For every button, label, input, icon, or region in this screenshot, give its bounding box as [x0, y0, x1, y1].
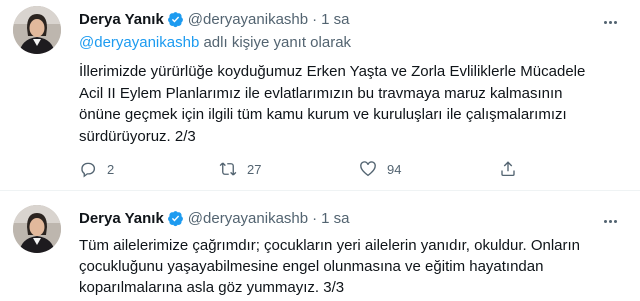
avatar[interactable]: [13, 205, 61, 253]
author-handle[interactable]: @deryayanikashb: [188, 11, 308, 28]
tweet-content: Derya Yanık @deryayanikashb · 1 sa @dery…: [79, 8, 626, 178]
like-button[interactable]: 94: [359, 160, 499, 178]
tweet-header: Derya Yanık @deryayanikashb · 1 sa: [79, 8, 626, 30]
author-handle[interactable]: @deryayanikashb: [188, 210, 308, 227]
reply-mention-link[interactable]: @deryayanikashb: [79, 34, 199, 51]
tweet-header: Derya Yanık @deryayanikashb · 1 sa: [79, 207, 626, 229]
more-icon[interactable]: [604, 210, 626, 224]
tweet[interactable]: Derya Yanık @deryayanikashb · 1 sa @dery…: [0, 0, 640, 190]
tweet-actions: 2 27 94: [79, 160, 626, 178]
like-icon: [360, 161, 376, 177]
more-icon[interactable]: [604, 11, 626, 25]
reply-context: @deryayanikashb adlı kişiye yanıt olarak: [79, 34, 626, 56]
tweet-content: Derya Yanık @deryayanikashb · 1 sa Tüm a…: [79, 207, 626, 298]
tweet[interactable]: Derya Yanık @deryayanikashb · 1 sa Tüm a…: [0, 190, 640, 301]
like-count: 94: [387, 161, 402, 177]
retweet-button[interactable]: 27: [219, 160, 359, 178]
reply-button[interactable]: 2: [79, 160, 219, 178]
verified-badge-icon: [167, 210, 183, 226]
avatar[interactable]: [13, 6, 61, 54]
timestamp[interactable]: 1 sa: [321, 11, 349, 28]
share-button[interactable]: [499, 160, 527, 178]
retweet-icon: [219, 162, 237, 176]
share-icon: [501, 161, 515, 177]
separator-dot: ·: [312, 209, 318, 227]
author-name[interactable]: Derya Yanık: [79, 210, 164, 227]
separator-dot: ·: [312, 10, 318, 28]
reply-icon: [81, 162, 95, 178]
tweet-text: İllerimizde yürürlüğe koyduğumuz Erken Y…: [79, 63, 586, 145]
verified-badge-icon: [167, 11, 183, 27]
reply-context-text: adlı kişiye yanıt olarak: [199, 34, 352, 51]
tweet-text: Tüm ailelerimize çağrımdır; çocukların y…: [79, 237, 581, 296]
retweet-count: 27: [247, 161, 262, 177]
reply-count: 2: [107, 161, 115, 177]
author-name[interactable]: Derya Yanık: [79, 11, 164, 28]
timestamp[interactable]: 1 sa: [321, 210, 349, 227]
